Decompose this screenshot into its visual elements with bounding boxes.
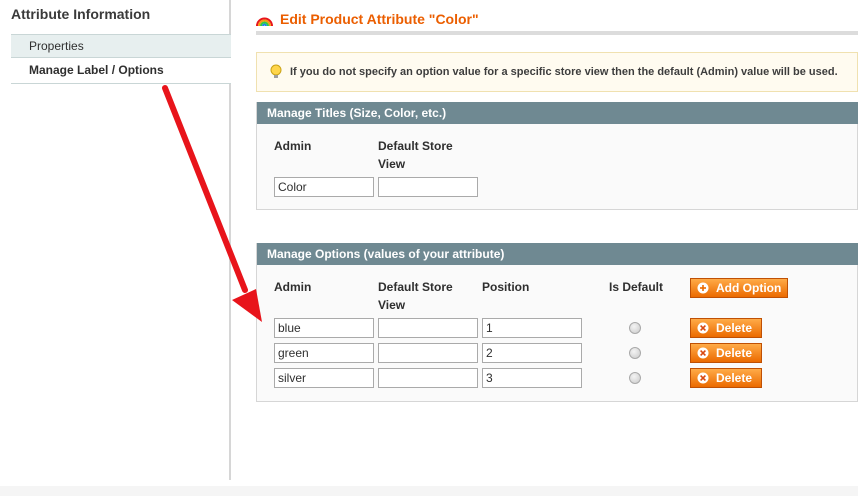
title-default-store-input[interactable] xyxy=(378,177,478,197)
column-default-store-view: Default Store View xyxy=(378,280,453,312)
column-admin: Admin xyxy=(274,280,312,294)
option-default-store-input[interactable] xyxy=(378,368,478,388)
option-admin-input[interactable] xyxy=(274,318,374,338)
tab-manage-label-options[interactable]: Manage Label / Options xyxy=(11,58,231,84)
delete-icon xyxy=(697,322,709,334)
notice-text: If you do not specify an option value fo… xyxy=(290,66,838,78)
rainbow-icon xyxy=(256,17,273,27)
page-title-text: Edit Product Attribute "Color" xyxy=(280,11,479,27)
sidebar: Attribute Information Properties Manage … xyxy=(0,0,231,480)
delete-icon xyxy=(697,347,709,359)
tab-properties[interactable]: Properties xyxy=(11,34,231,58)
page-title: Edit Product Attribute "Color" xyxy=(256,8,479,30)
lightbulb-icon xyxy=(270,64,282,78)
manage-titles-section: Manage Titles (Size, Color, etc.) Admin … xyxy=(256,102,858,210)
delete-option-button[interactable]: Delete xyxy=(690,318,762,338)
delete-icon xyxy=(697,372,709,384)
is-default-radio[interactable] xyxy=(629,322,641,334)
option-default-store-input[interactable] xyxy=(378,343,478,363)
delete-label: Delete xyxy=(716,346,753,360)
option-default-store-input[interactable] xyxy=(378,318,478,338)
column-default-store-view: Default Store View xyxy=(378,139,453,171)
option-admin-input[interactable] xyxy=(274,343,374,363)
option-admin-input[interactable] xyxy=(274,368,374,388)
is-default-radio[interactable] xyxy=(629,347,641,359)
column-is-default: Is Default xyxy=(609,280,664,294)
add-option-button[interactable]: Add Option xyxy=(690,278,788,298)
delete-option-button[interactable]: Delete xyxy=(690,343,762,363)
title-admin-input[interactable] xyxy=(274,177,374,197)
option-position-input[interactable] xyxy=(482,368,582,388)
delete-label: Delete xyxy=(716,371,753,385)
column-position: Position xyxy=(482,280,530,294)
delete-label: Delete xyxy=(716,321,753,335)
option-position-input[interactable] xyxy=(482,318,582,338)
is-default-radio[interactable] xyxy=(629,372,641,384)
sidebar-title: Attribute Information xyxy=(11,6,151,22)
notice-message: If you do not specify an option value fo… xyxy=(256,52,858,92)
main-content: Edit Product Attribute "Color" If you do… xyxy=(256,0,858,480)
column-admin: Admin xyxy=(274,139,312,153)
manage-options-header: Manage Options (values of your attribute… xyxy=(257,243,858,265)
plus-circle-icon xyxy=(697,282,709,294)
manage-titles-header: Manage Titles (Size, Color, etc.) xyxy=(257,102,858,124)
title-divider xyxy=(256,31,858,35)
delete-option-button[interactable]: Delete xyxy=(690,368,762,388)
option-position-input[interactable] xyxy=(482,343,582,363)
footer-strip xyxy=(0,486,858,496)
manage-options-section: Manage Options (values of your attribute… xyxy=(256,243,858,402)
add-option-label: Add Option xyxy=(716,281,782,295)
